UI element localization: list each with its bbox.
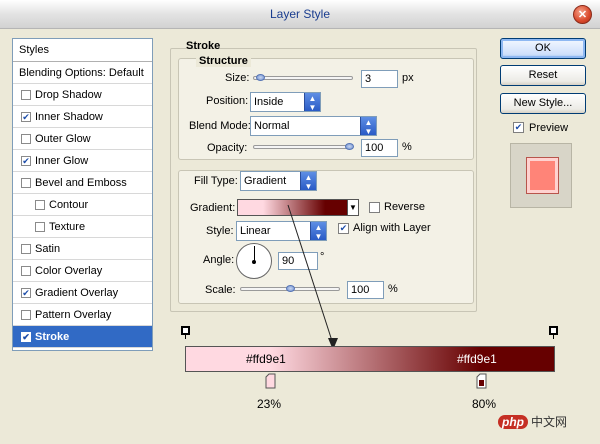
preview-checkbox[interactable]: ✔	[513, 122, 524, 133]
contour-checkbox[interactable]	[35, 200, 45, 210]
filltype-select[interactable]: Gradient ▲ ▼	[240, 171, 317, 191]
style-item-inner-shadow[interactable]: ✔ Inner Shadow	[13, 106, 152, 128]
color-stop-left	[265, 373, 276, 389]
style-item-label: Drop Shadow	[35, 89, 102, 101]
opacity-stop-right	[549, 326, 558, 339]
filltype-value: Gradient	[244, 175, 287, 187]
right-stop-percent: 80%	[472, 397, 497, 411]
opacity-slider-thumb[interactable]	[345, 143, 354, 150]
style-item-label: Bevel and Emboss	[35, 177, 127, 189]
size-slider[interactable]	[253, 76, 353, 80]
gradient-left-color-label: #ffd9e1	[246, 352, 286, 366]
inner-shadow-checkbox[interactable]: ✔	[21, 112, 31, 122]
size-label: Size:	[225, 72, 250, 84]
pattern-overlay-checkbox[interactable]	[21, 310, 31, 320]
style-item-label: Contour	[49, 199, 89, 211]
watermark-logo: php 中文网	[498, 413, 567, 430]
blend-mode-label: Blend Mode:	[189, 120, 251, 132]
size-unit: px	[402, 72, 414, 84]
opacity-unit: %	[402, 141, 412, 153]
preview-swatch	[527, 158, 558, 193]
window-title: Layer Style	[269, 7, 331, 21]
gradient-editor-overlay	[181, 204, 558, 389]
updown-arrow-icon: ▲ ▼	[304, 93, 320, 112]
styles-header[interactable]: Styles	[13, 39, 152, 62]
stroke-title: Stroke	[186, 40, 221, 52]
gradient-bar[interactable]: #ffd9e1 #ffd9e1	[185, 346, 555, 372]
style-item-contour[interactable]: Contour	[13, 194, 152, 216]
style-item-color-overlay[interactable]: Color Overlay	[13, 260, 152, 282]
color-overlay-checkbox[interactable]	[21, 266, 31, 276]
style-item-label: Pattern Overlay	[35, 309, 112, 321]
watermark-badge: php	[498, 415, 528, 429]
position-select[interactable]: Inside ▲ ▼	[250, 92, 321, 112]
texture-checkbox[interactable]	[35, 222, 45, 232]
position-value: Inside	[254, 96, 284, 108]
reset-button[interactable]: Reset	[500, 65, 586, 86]
blend-mode-value: Normal	[254, 120, 290, 132]
close-button[interactable]: ✕	[573, 5, 592, 24]
left-stop-percent: 23%	[257, 397, 282, 411]
style-item-label: Stroke	[35, 331, 70, 343]
updown-arrow-icon: ▲ ▼	[300, 172, 316, 191]
drop-shadow-checkbox[interactable]	[21, 90, 31, 100]
close-icon: ✕	[577, 9, 588, 21]
watermark-text: 中文网	[531, 415, 568, 429]
style-item-outer-glow[interactable]: Outer Glow	[13, 128, 152, 150]
style-item-satin[interactable]: Satin	[13, 238, 152, 260]
outer-glow-checkbox[interactable]	[21, 134, 31, 144]
opacity-slider[interactable]	[253, 145, 353, 149]
style-item-label: Satin	[35, 243, 61, 255]
blending-options-item[interactable]: Blending Options: Default	[13, 62, 152, 84]
gradient-right-color-label: #ffd9e1	[457, 352, 497, 366]
size-slider-thumb[interactable]	[255, 74, 265, 81]
style-item-pattern-overlay[interactable]: Pattern Overlay	[13, 304, 152, 326]
styles-list: Styles Blending Options: Default Drop Sh…	[12, 38, 153, 351]
style-item-stroke[interactable]: ✔ Stroke	[13, 326, 152, 348]
ok-button[interactable]: OK	[500, 38, 586, 59]
style-item-label: Inner Glow	[35, 155, 89, 167]
style-item-drop-shadow[interactable]: Drop Shadow	[13, 84, 152, 106]
style-item-gradient-overlay[interactable]: ✔ Gradient Overlay	[13, 282, 152, 304]
inner-glow-checkbox[interactable]: ✔	[21, 156, 31, 166]
style-item-texture[interactable]: Texture	[13, 216, 152, 238]
opacity-input[interactable]: 100	[361, 139, 398, 157]
style-item-inner-glow[interactable]: ✔ Inner Glow	[13, 150, 152, 172]
style-item-label: Inner Shadow	[35, 111, 103, 123]
style-item-label: Texture	[49, 221, 86, 233]
color-stop-right	[476, 373, 487, 389]
style-item-label: Gradient Overlay	[35, 287, 119, 299]
blend-mode-select[interactable]: Normal ▲ ▼	[250, 116, 377, 136]
updown-arrow-icon: ▲ ▼	[360, 117, 376, 136]
pointer-arrow-line	[287, 204, 334, 345]
new-style-button[interactable]: New Style...	[500, 93, 586, 114]
title-bar: Layer Style ✕	[0, 0, 600, 29]
opacity-stop-left	[181, 326, 190, 339]
style-item-label: Outer Glow	[35, 133, 91, 145]
style-item-label: Color Overlay	[35, 265, 103, 277]
opacity-label: Opacity:	[207, 142, 248, 154]
structure-legend: Structure	[196, 55, 251, 67]
position-label: Position:	[206, 95, 249, 107]
satin-checkbox[interactable]	[21, 244, 31, 254]
preview-label: Preview	[529, 122, 569, 134]
bevel-emboss-checkbox[interactable]	[21, 178, 31, 188]
filltype-label: Fill Type:	[194, 175, 238, 187]
style-item-bevel-emboss[interactable]: Bevel and Emboss	[13, 172, 152, 194]
stroke-checkbox[interactable]: ✔	[21, 332, 31, 342]
gradient-overlay-checkbox[interactable]: ✔	[21, 288, 31, 298]
size-input[interactable]: 3	[361, 70, 398, 88]
